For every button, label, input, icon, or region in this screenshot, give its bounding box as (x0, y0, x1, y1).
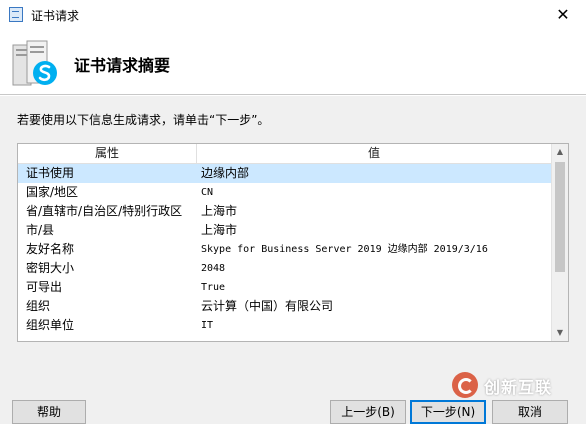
page-title: 证书请求摘要 (74, 56, 171, 75)
list-header: 属性 值 (18, 144, 551, 164)
scroll-up-icon[interactable]: ▲ (552, 144, 568, 160)
property-name: 省/直辖市/自治区/特别行政区 (26, 204, 183, 218)
table-row[interactable]: 组织 云计算（中国）有限公司 (18, 297, 551, 316)
wizard-header: 证书请求摘要 (0, 30, 586, 94)
property-name: 密钥大小 (26, 261, 75, 275)
property-value: 2048 (201, 263, 226, 274)
table-row[interactable]: 证书使用 边缘内部 (18, 164, 551, 183)
table-row[interactable]: 可导出 True (18, 278, 551, 297)
table-row[interactable]: 密钥大小 2048 (18, 259, 551, 278)
column-header-property[interactable]: 属性 (18, 144, 197, 163)
scroll-thumb[interactable] (555, 162, 565, 272)
column-header-value[interactable]: 值 (197, 144, 551, 163)
table-row[interactable]: 市/县 上海市 (18, 221, 551, 240)
close-icon[interactable]: ✕ (540, 0, 586, 30)
title-bar: 证书请求 ✕ (0, 0, 586, 31)
table-row[interactable]: 友好名称 Skype for Business Server 2019 边缘内部… (18, 240, 551, 259)
header-divider (0, 94, 586, 96)
property-value: 云计算（中国）有限公司 (201, 299, 334, 313)
property-name: 可导出 (26, 280, 63, 294)
property-value: 边缘内部 (201, 166, 250, 180)
watermark-text: 创新互联 (484, 378, 553, 397)
property-value: CN (201, 187, 214, 198)
property-name: 市/县 (26, 223, 55, 237)
watermark: 创新互联 (448, 370, 584, 400)
scroll-down-icon[interactable]: ▼ (552, 325, 568, 341)
vertical-scrollbar[interactable]: ▲ ▼ (551, 144, 568, 341)
back-button[interactable]: 上一步(B) (330, 400, 406, 424)
list-rows: 证书使用 边缘内部 国家/地区 CN 省/直辖市/自治区/特别行政区 上海市 市… (18, 164, 551, 335)
property-list[interactable]: 属性 值 证书使用 边缘内部 国家/地区 CN 省/直辖市/自治区/特别行政区 … (17, 143, 569, 342)
property-name: 证书使用 (26, 166, 75, 180)
cancel-button[interactable]: 取消 (492, 400, 568, 424)
skype-server-icon (12, 40, 57, 86)
table-row[interactable]: 组织单位 IT (18, 316, 551, 335)
instruction-text: 若要使用以下信息生成请求，请单击“下一步”。 (17, 113, 270, 127)
window-title: 证书请求 (31, 9, 80, 23)
property-value: True (201, 282, 226, 293)
property-value: 上海市 (201, 223, 238, 237)
property-value: IT (201, 320, 214, 331)
property-value: 上海市 (201, 204, 238, 218)
property-name: 友好名称 (26, 242, 75, 256)
next-button[interactable]: 下一步(N) (410, 400, 486, 424)
watermark-logo-icon (452, 372, 478, 398)
table-row[interactable]: 省/直辖市/自治区/特别行政区 上海市 (18, 202, 551, 221)
help-button[interactable]: 帮助 (12, 400, 86, 424)
property-name: 组织 (26, 299, 51, 313)
property-value: Skype for Business Server 2019 边缘内部 2019… (201, 244, 488, 255)
property-name: 国家/地区 (26, 185, 79, 199)
certificate-app-icon (9, 7, 23, 22)
property-name: 组织单位 (26, 318, 75, 332)
table-row[interactable]: 国家/地区 CN (18, 183, 551, 202)
